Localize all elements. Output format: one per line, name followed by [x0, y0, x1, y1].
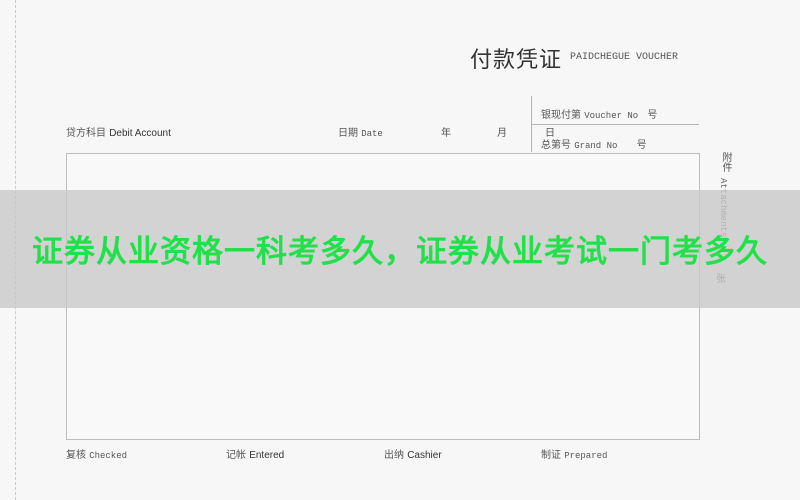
entered-cn: 记帐	[226, 450, 246, 461]
grand-no-cn: 总第号	[541, 140, 571, 151]
grand-no-mark: 号	[636, 140, 647, 151]
entered-field: 记帐 Entered	[226, 446, 284, 461]
debit-account-cn: 贷方科目	[66, 128, 106, 139]
cashier-field: 出纳 Cashier	[384, 446, 442, 461]
voucher-page: 付款凭证 PAIDCHEGUE VOUCHER 银现付第 Voucher No …	[0, 0, 800, 500]
voucher-no-mark: 号	[647, 110, 658, 121]
entered-en: Entered	[249, 450, 285, 461]
voucher-no-line	[531, 124, 699, 125]
voucher-title-en: PAIDCHEGUE VOUCHER	[570, 52, 679, 63]
checked-field: 复核 Checked	[66, 446, 127, 461]
attachment-label: 附件	[720, 152, 731, 172]
debit-account-field: 贷方科目 Debit Account	[66, 124, 171, 139]
date-en: Date	[361, 129, 383, 139]
prepared-cn: 制证	[541, 450, 561, 461]
checked-cn: 复核	[66, 450, 86, 461]
grand-no-en: Grand No	[574, 141, 618, 151]
debit-account-en: Debit Account	[109, 128, 171, 139]
voucher-no-field: 银现付第 Voucher No 号	[541, 106, 657, 121]
overlay-banner-text: 证券从业资格一科考多久，证券从业考试一门考多久	[32, 234, 768, 270]
cashier-cn: 出纳	[384, 450, 404, 461]
date-cn: 日期	[338, 128, 358, 139]
grand-no-field: 总第号 Grand No 号	[541, 136, 647, 151]
voucher-title: 付款凭证	[470, 48, 563, 73]
cashier-en: Cashier	[407, 450, 442, 461]
prepared-en: Prepared	[564, 451, 608, 461]
prepared-field: 制证 Prepared	[541, 446, 607, 461]
date-field: 日期 Date	[338, 124, 383, 139]
date-month: 月	[497, 128, 507, 139]
voucher-no-cn: 银现付第	[541, 110, 581, 121]
checked-en: Checked	[89, 451, 127, 461]
voucher-no-en: Voucher No	[584, 111, 639, 121]
date-year: 年	[441, 128, 451, 139]
